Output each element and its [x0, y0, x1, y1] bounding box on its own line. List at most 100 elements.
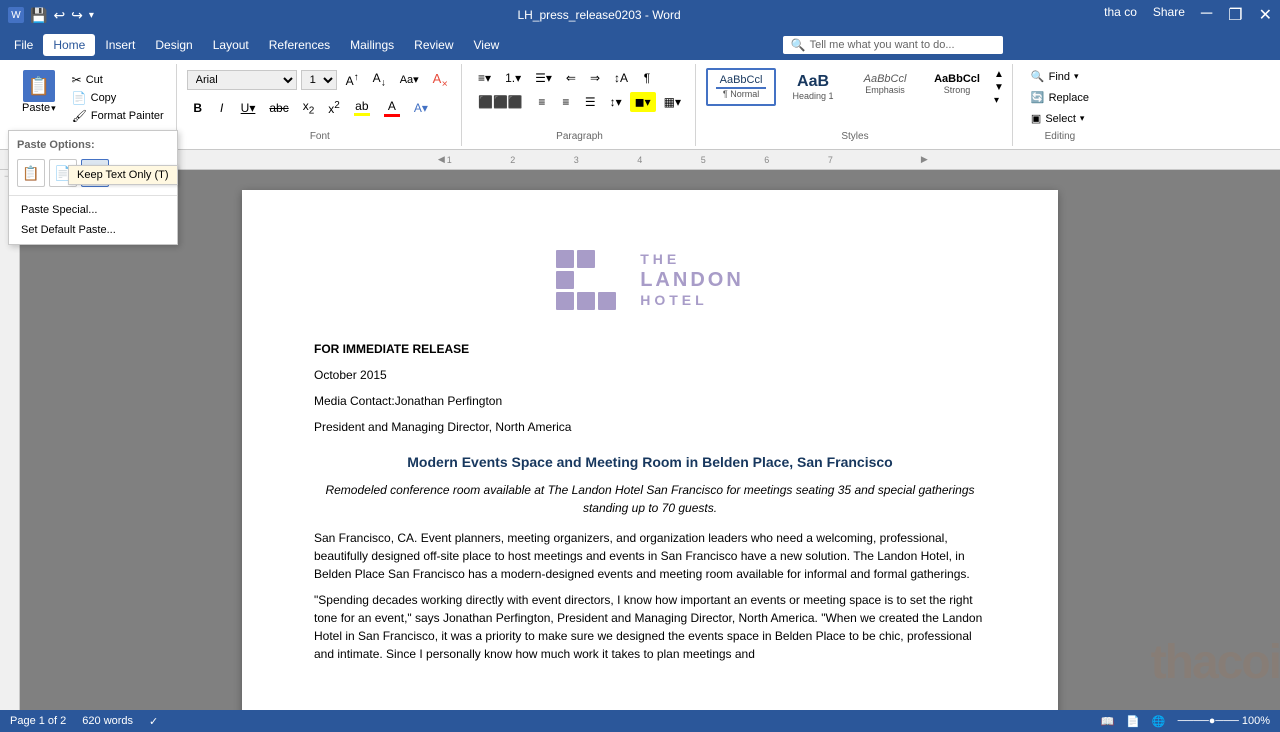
search-input[interactable]: Tell me what you want to do...: [810, 39, 955, 51]
clipboard-side-buttons: ✂ Cut 📄 Copy 🖌 Format Painter: [68, 68, 168, 124]
ruler: │ ◀ 1 2 3 4 5 6 7 ▶: [0, 150, 1280, 170]
save-button[interactable]: 💾: [30, 7, 47, 24]
paste-options-header: Paste Options:: [9, 135, 177, 155]
menu-design[interactable]: Design: [145, 34, 202, 56]
search-icon: 🔍: [791, 38, 806, 52]
bold-button[interactable]: B: [187, 98, 209, 118]
styles-label: Styles: [841, 131, 868, 142]
find-button[interactable]: 🔍 Find ▾: [1025, 68, 1095, 85]
italic-button[interactable]: I: [211, 98, 233, 118]
restore-button[interactable]: ❐: [1228, 5, 1242, 25]
shrink-font-button[interactable]: A↓: [368, 68, 391, 91]
page-indicator: Page 1 of 2: [10, 715, 66, 728]
shading-button[interactable]: ◼▾: [630, 92, 656, 112]
web-layout-button[interactable]: 🌐: [1152, 715, 1166, 728]
undo-button[interactable]: ↩: [53, 7, 65, 24]
minimize-button[interactable]: ─: [1201, 5, 1212, 25]
replace-button[interactable]: 🔄 Replace: [1025, 89, 1095, 106]
user-name: tha co: [1104, 5, 1137, 25]
menu-insert[interactable]: Insert: [95, 34, 145, 56]
style-normal-button[interactable]: AaBbCcl ¶ Normal: [706, 68, 776, 106]
text-effect-button[interactable]: A▾: [408, 98, 434, 118]
menu-layout[interactable]: Layout: [203, 34, 259, 56]
clear-format-button[interactable]: A✕: [428, 68, 453, 92]
release-line: FOR IMMEDIATE RELEASE: [314, 340, 986, 358]
date-line: October 2015: [314, 366, 986, 384]
document-content: FOR IMMEDIATE RELEASE October 2015 Media…: [314, 340, 986, 663]
redo-button[interactable]: ↪: [71, 7, 83, 24]
paste-option-keep-source[interactable]: 📋: [17, 159, 45, 187]
menu-view[interactable]: View: [464, 34, 510, 56]
zoom-slider[interactable]: ────●─── 100%: [1178, 715, 1270, 727]
show-marks-button[interactable]: ¶: [636, 68, 658, 88]
sort-button[interactable]: ↕A: [608, 68, 634, 88]
grow-font-button[interactable]: A↑: [341, 69, 364, 91]
document-logo: THE LANDON HOTEL: [314, 250, 986, 310]
borders-button[interactable]: ▦▾: [658, 92, 687, 112]
font-name-select[interactable]: Arial: [187, 70, 297, 90]
select-dropdown[interactable]: ▾: [1080, 113, 1085, 124]
underline-button[interactable]: U▾: [235, 98, 262, 118]
cut-icon: ✂: [72, 73, 82, 87]
styles-scroll-up[interactable]: ▲: [994, 69, 1004, 80]
status-left: Page 1 of 2 620 words ✓: [10, 715, 158, 728]
left-sidebar: │: [0, 170, 20, 710]
find-dropdown[interactable]: ▾: [1074, 71, 1079, 82]
window-controls: tha co Share ─ ❐ ✕: [1104, 5, 1272, 25]
logo-grid: [556, 250, 616, 310]
decrease-indent-button[interactable]: ⇐: [560, 68, 582, 88]
print-layout-button[interactable]: 📄: [1126, 715, 1140, 728]
increase-indent-button[interactable]: ⇒: [584, 68, 606, 88]
font-color-button[interactable]: A: [378, 96, 406, 120]
read-mode-button[interactable]: 📖: [1101, 715, 1115, 728]
menu-mailings[interactable]: Mailings: [340, 34, 404, 56]
style-emphasis-button[interactable]: AaBbCcl Emphasis: [850, 68, 920, 106]
document-canvas[interactable]: THE LANDON HOTEL FOR IMMEDIATE RELEASE O…: [20, 170, 1280, 710]
change-case-button[interactable]: Aa▾: [395, 70, 424, 89]
align-right-button[interactable]: ≡: [555, 92, 577, 112]
close-button[interactable]: ✕: [1259, 5, 1272, 25]
format-painter-icon: 🖌: [72, 109, 87, 123]
menu-review[interactable]: Review: [404, 34, 463, 56]
align-left-button[interactable]: ⬛⬛⬛: [472, 92, 529, 112]
style-strong-button[interactable]: AaBbCcl Strong: [922, 68, 992, 106]
paste-special-item[interactable]: Paste Special...: [9, 200, 177, 220]
format-painter-button[interactable]: 🖌 Format Painter: [68, 108, 168, 124]
justify-button[interactable]: ☰: [579, 92, 602, 112]
proofing-icon: ✓: [149, 715, 158, 728]
set-default-paste-item[interactable]: Set Default Paste...: [9, 220, 177, 240]
line-spacing-button[interactable]: ↕▾: [604, 92, 628, 112]
share-button[interactable]: Share: [1153, 5, 1185, 25]
multilevel-button[interactable]: ☰▾: [529, 68, 558, 88]
subscript-button[interactable]: x2: [297, 96, 321, 119]
text-highlight-button[interactable]: ab: [348, 96, 376, 119]
select-button[interactable]: ▣ Select ▾: [1025, 110, 1095, 127]
paste-dropdown-arrow[interactable]: ▾: [51, 103, 56, 114]
body-para-1: San Francisco, CA. Event planners, meeti…: [314, 529, 986, 583]
superscript-button[interactable]: x2: [322, 97, 346, 119]
ribbon-group-paragraph: ≡▾ 1.▾ ☰▾ ⇐ ⇒ ↕A ¶ ⬛⬛⬛ ≡ ≡ ☰ ↕▾ ◼▾ ▦▾ Pa…: [464, 64, 696, 146]
numbering-button[interactable]: 1.▾: [499, 68, 527, 88]
ribbon-group-editing: 🔍 Find ▾ 🔄 Replace ▣ Select ▾ Editing: [1015, 64, 1105, 146]
editing-label: Editing: [1045, 131, 1076, 142]
status-bar: Page 1 of 2 620 words ✓ 📖 📄 🌐 ────●─── 1…: [0, 710, 1280, 732]
styles-scroll-down[interactable]: ▼: [994, 82, 1004, 93]
styles-expand[interactable]: ▾: [994, 95, 1004, 106]
menu-file[interactable]: File: [4, 34, 43, 56]
menu-references[interactable]: References: [259, 34, 340, 56]
paste-button[interactable]: 📋 Paste ▾: [16, 68, 62, 116]
cut-button[interactable]: ✂ Cut: [68, 72, 168, 88]
status-right: 📖 📄 🌐 ────●─── 100%: [1101, 715, 1271, 728]
font-size-select[interactable]: 11: [301, 70, 337, 90]
menu-home[interactable]: Home: [43, 34, 95, 56]
contact-line: Media Contact:Jonathan Perfington: [314, 392, 986, 410]
ribbon: 📋 Paste ▾ ✂ Cut 📄 Copy 🖌: [0, 60, 1280, 150]
find-icon: 🔍: [1031, 70, 1045, 83]
strikethrough-button[interactable]: abc: [263, 98, 294, 118]
copy-icon: 📄: [72, 91, 87, 105]
article-heading: Modern Events Space and Meeting Room in …: [314, 452, 986, 473]
copy-button[interactable]: 📄 Copy: [68, 90, 168, 106]
align-center-button[interactable]: ≡: [531, 92, 553, 112]
bullets-button[interactable]: ≡▾: [472, 68, 497, 88]
style-heading1-button[interactable]: AaB Heading 1: [778, 68, 848, 106]
